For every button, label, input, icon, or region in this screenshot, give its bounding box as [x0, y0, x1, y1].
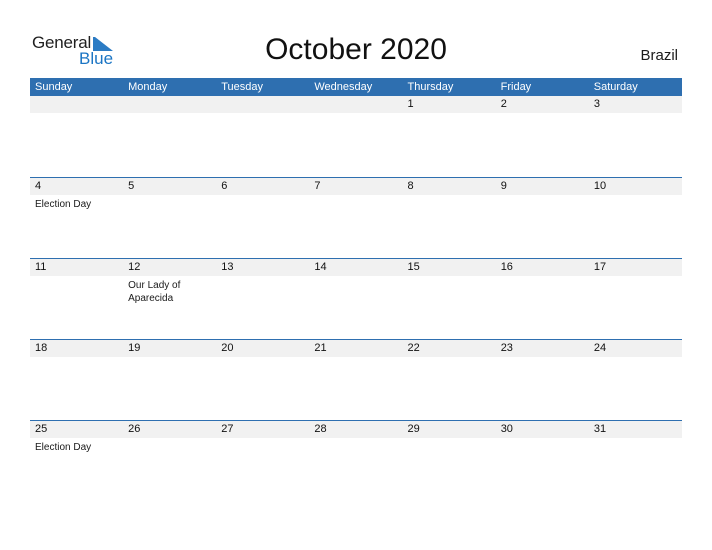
day-cell: 15 [403, 259, 496, 339]
day-cell: 18 [30, 340, 123, 420]
day-cell: 16 [496, 259, 589, 339]
day-cell: 14 [309, 259, 402, 339]
day-number: 27 [221, 423, 234, 435]
week-row: 1 2 3 [30, 96, 682, 176]
day-cell [30, 96, 123, 176]
day-number: 8 [407, 180, 414, 192]
weekday-monday: Monday [128, 81, 168, 93]
day-number: 19 [128, 342, 141, 354]
day-number: 17 [593, 261, 607, 273]
holiday-label: Election Day [35, 199, 92, 210]
weekday-sunday: Sunday [35, 81, 73, 93]
day-cell: 24 [589, 340, 682, 420]
day-number: 5 [128, 180, 135, 192]
weekday-saturday: Saturday [593, 81, 638, 93]
day-number: 6 [221, 180, 228, 192]
day-cell: 31 [589, 421, 682, 501]
day-cell: 29 [403, 421, 496, 501]
day-cell: 4 Election Day [30, 178, 123, 258]
weekday-thursday: Thursday [407, 81, 454, 93]
day-number: 18 [35, 342, 48, 354]
day-number: 4 [35, 180, 42, 192]
day-cell: 5 [123, 178, 216, 258]
day-number: 29 [407, 423, 420, 435]
day-number: 25 [35, 423, 48, 435]
holiday-label: Our Lady of Aparecida [128, 280, 181, 304]
day-cell: 8 [403, 178, 496, 258]
calendar-title: October 2020 [265, 33, 447, 66]
day-cell: 28 [309, 421, 402, 501]
day-cell: 10 [589, 178, 682, 258]
day-number: 12 [128, 261, 141, 273]
day-cell: 27 [216, 421, 309, 501]
weekday-wednesday: Wednesday [314, 81, 373, 93]
day-number: 9 [500, 180, 507, 192]
day-number: 15 [407, 261, 420, 273]
day-cell: 12 Our Lady of Aparecida [123, 259, 216, 339]
day-number: 28 [314, 423, 327, 435]
day-cell: 19 [123, 340, 216, 420]
weekday-tuesday: Tuesday [221, 81, 264, 93]
day-cell: 23 [496, 340, 589, 420]
day-cell: 1 [403, 96, 496, 176]
day-number: 2 [500, 98, 507, 110]
weekday-friday: Friday [500, 81, 532, 93]
day-number: 20 [221, 342, 234, 354]
day-cell: 9 [496, 178, 589, 258]
day-cell [309, 96, 402, 176]
day-cell: 17 [589, 259, 682, 339]
day-cell: 13 [216, 259, 309, 339]
day-number: 10 [593, 180, 607, 192]
day-number: 16 [500, 261, 513, 273]
day-cell: 30 [496, 421, 589, 501]
holiday-label: Election Day [35, 442, 92, 453]
day-number: 21 [314, 342, 327, 354]
week-row: 11 12 Our Lady of Aparecida 13 14 15 16 17 [30, 258, 682, 339]
week-row: 18 19 20 21 22 23 24 [30, 339, 682, 420]
day-cell: 26 [123, 421, 216, 501]
country-label: Brazil [640, 47, 678, 64]
day-number: 26 [128, 423, 141, 435]
day-cell: 6 [216, 178, 309, 258]
day-number: 1 [407, 98, 414, 110]
day-number: 30 [500, 423, 513, 435]
day-cell: 3 [589, 96, 682, 176]
day-number: 7 [314, 180, 321, 192]
day-cell: 20 [216, 340, 309, 420]
day-number: 11 [35, 261, 47, 273]
day-cell [216, 96, 309, 176]
day-number: 22 [407, 342, 420, 354]
week-row: 4 Election Day 5 6 7 8 9 10 [30, 177, 682, 258]
day-cell: 25 Election Day [30, 421, 123, 501]
day-cell: 2 [496, 96, 589, 176]
day-cell: 11 [30, 259, 123, 339]
day-number: 3 [593, 98, 600, 110]
day-cell: 21 [309, 340, 402, 420]
day-number: 14 [314, 261, 327, 273]
week-row: 25 Election Day 26 27 28 29 30 31 [30, 420, 682, 501]
day-number: 23 [500, 342, 513, 354]
day-number: 13 [221, 261, 234, 273]
weekday-header: Sunday Monday Tuesday Wednesday Thursday… [30, 78, 682, 96]
day-cell: 7 [309, 178, 402, 258]
day-number: 31 [593, 423, 607, 435]
day-cell [123, 96, 216, 176]
day-number: 24 [593, 342, 607, 354]
day-cell: 22 [403, 340, 496, 420]
